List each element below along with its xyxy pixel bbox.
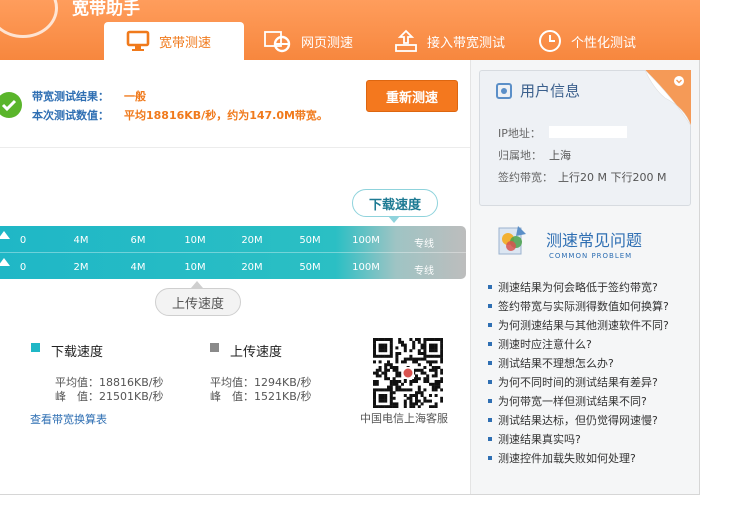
tick-label: 专线 <box>414 239 434 250</box>
tick-label: 20M <box>241 262 263 273</box>
app-window: 宽带助手 宽带测速 网页测速 接入带宽测试 个性化测试 带宽测试结果： 一般 本… <box>0 0 731 508</box>
check-circle-icon <box>0 92 22 118</box>
bandwidth-value: 上行20 M 下行200 M <box>558 171 667 184</box>
bullet-icon <box>488 360 492 365</box>
faq-list: 测速结果为何会略低于签约带宽? 签约带宽与实际测得数值如何换算? 为何测速结果与其他… <box>488 277 698 467</box>
faq-item[interactable]: 测速时应注意什么? <box>488 334 698 353</box>
faq-item-text: 测速时应注意什么? <box>498 337 592 351</box>
faq-item-text: 测速结果真实吗? <box>498 432 581 446</box>
faq-item-text: 测试结果不理想怎么办? <box>498 356 614 370</box>
ie-browser-icon <box>264 29 292 53</box>
user-info-icon <box>496 82 512 99</box>
ip-label: IP地址： <box>498 127 541 140</box>
location-value: 上海 <box>549 149 571 162</box>
access-tray-icon <box>394 29 418 53</box>
download-peak: 峰 值：21501KB/秒 <box>55 390 164 403</box>
tick-label: 100M <box>352 262 380 273</box>
faq-item[interactable]: 签约带宽与实际测得数值如何换算? <box>488 296 698 315</box>
user-info-title: 用户信息 <box>520 82 581 100</box>
qr-caption: 中国电信上海客服 <box>360 412 448 425</box>
faq-item[interactable]: 为何不同时间的测试结果有差异? <box>488 372 698 391</box>
faq-title: 测速常见问题 <box>546 231 643 250</box>
download-stat-title: 下载速度 <box>51 345 104 360</box>
header-bar: 宽带助手 宽带测速 网页测速 接入带宽测试 个性化测试 <box>0 0 700 60</box>
faq-item[interactable]: 测试结果达标，但仍觉得网速慢? <box>488 410 698 429</box>
bullet-icon <box>488 379 492 384</box>
tab-label: 接入带宽测试 <box>427 35 506 51</box>
user-info-header: 用户信息 <box>496 80 580 101</box>
faq-subtitle: COMMON PROBLEM <box>549 252 633 260</box>
faq-item-text: 测速结果为何会略低于签约带宽? <box>498 280 658 294</box>
tick-label: 0 <box>19 262 27 273</box>
tick-label: 4M <box>73 235 89 246</box>
bullet-icon <box>488 455 492 460</box>
faq-item[interactable]: 测速控件加载失败如何处理? <box>488 448 698 467</box>
tick-label: 6M <box>130 235 146 246</box>
faq-item-text: 测速控件加载失败如何处理? <box>498 451 636 465</box>
download-speed-pointer <box>388 216 400 223</box>
tick-label: 100M <box>352 235 380 246</box>
qr-code[interactable] <box>373 338 444 409</box>
tick-label: 2M <box>73 262 89 273</box>
test-value-text: 平均18816KB/秒，约为147.0M带宽。 <box>124 109 328 122</box>
faq-document-icon <box>498 226 526 255</box>
faq-item[interactable]: 测速结果为何会略低于签约带宽? <box>488 277 698 296</box>
tick-label: 10M <box>184 235 206 246</box>
download-legend-swatch <box>31 343 40 352</box>
faq-item[interactable]: 为何测速结果与其他测速软件不同? <box>488 315 698 334</box>
ip-value <box>549 126 627 138</box>
faq-item[interactable]: 测速结果真实吗? <box>488 429 698 448</box>
tab-broadband-speed[interactable]: 宽带测速 <box>104 22 244 60</box>
bullet-icon <box>488 398 492 403</box>
test-value-label: 本次测试数值： <box>32 109 109 122</box>
speed-gauge-logo-icon <box>0 0 58 38</box>
upload-speed-pointer <box>191 281 203 288</box>
frame-border-bottom <box>0 494 700 495</box>
page-curl-icon[interactable] <box>645 70 691 126</box>
location-label: 归属地： <box>498 149 542 162</box>
result-label: 带宽测试结果： <box>32 90 109 103</box>
upload-peak: 峰 值：1521KB/秒 <box>210 390 312 403</box>
bullet-icon <box>488 284 492 289</box>
upload-stat-title: 上传速度 <box>230 345 283 360</box>
tick-label: 专线 <box>414 266 434 277</box>
tick-label: 20M <box>241 235 263 246</box>
upload-speed-bubble: 上传速度 <box>155 288 241 316</box>
tab-custom-test[interactable]: 个性化测试 <box>538 22 668 60</box>
faq-item-text: 签约带宽与实际测得数值如何换算? <box>498 299 669 313</box>
tab-label: 网页测速 <box>301 35 354 51</box>
bullet-icon <box>488 436 492 441</box>
result-value: 一般 <box>124 90 146 103</box>
tick-label: 4M <box>130 262 146 273</box>
faq-item-text: 测试结果达标，但仍觉得网速慢? <box>498 413 658 427</box>
tab-label: 个性化测试 <box>571 35 637 51</box>
faq-item-text: 为何带宽一样但测试结果不同? <box>498 394 647 408</box>
scale-divider <box>0 252 466 253</box>
bullet-icon <box>488 322 492 327</box>
tick-label: 10M <box>184 262 206 273</box>
bullet-icon <box>488 303 492 308</box>
clock-icon <box>538 29 562 53</box>
faq-item-text: 为何测速结果与其他测速软件不同? <box>498 318 669 332</box>
retest-button[interactable]: 重新测速 <box>366 80 458 112</box>
monitor-icon <box>126 30 150 52</box>
download-speed-bubble: 下载速度 <box>352 189 438 217</box>
tick-label: 0 <box>19 235 27 246</box>
faq-item[interactable]: 为何带宽一样但测试结果不同? <box>488 391 698 410</box>
faq-item[interactable]: 测试结果不理想怎么办? <box>488 353 698 372</box>
bandwidth-conversion-link[interactable]: 查看带宽换算表 <box>30 411 107 427</box>
app-title: 宽带助手 <box>72 0 140 19</box>
bullet-icon <box>488 417 492 422</box>
tick-label: 50M <box>299 235 321 246</box>
tab-label: 宽带测速 <box>159 35 212 51</box>
tick-label: 50M <box>299 262 321 273</box>
tab-access-bandwidth[interactable]: 接入带宽测试 <box>394 22 544 60</box>
faq-item-text: 为何不同时间的测试结果有差异? <box>498 375 658 389</box>
bullet-icon <box>488 341 492 346</box>
frame-border-right <box>699 60 700 495</box>
tab-web-speed[interactable]: 网页测速 <box>264 22 384 60</box>
bandwidth-label: 签约带宽： <box>498 171 553 184</box>
upload-legend-swatch <box>210 343 219 352</box>
